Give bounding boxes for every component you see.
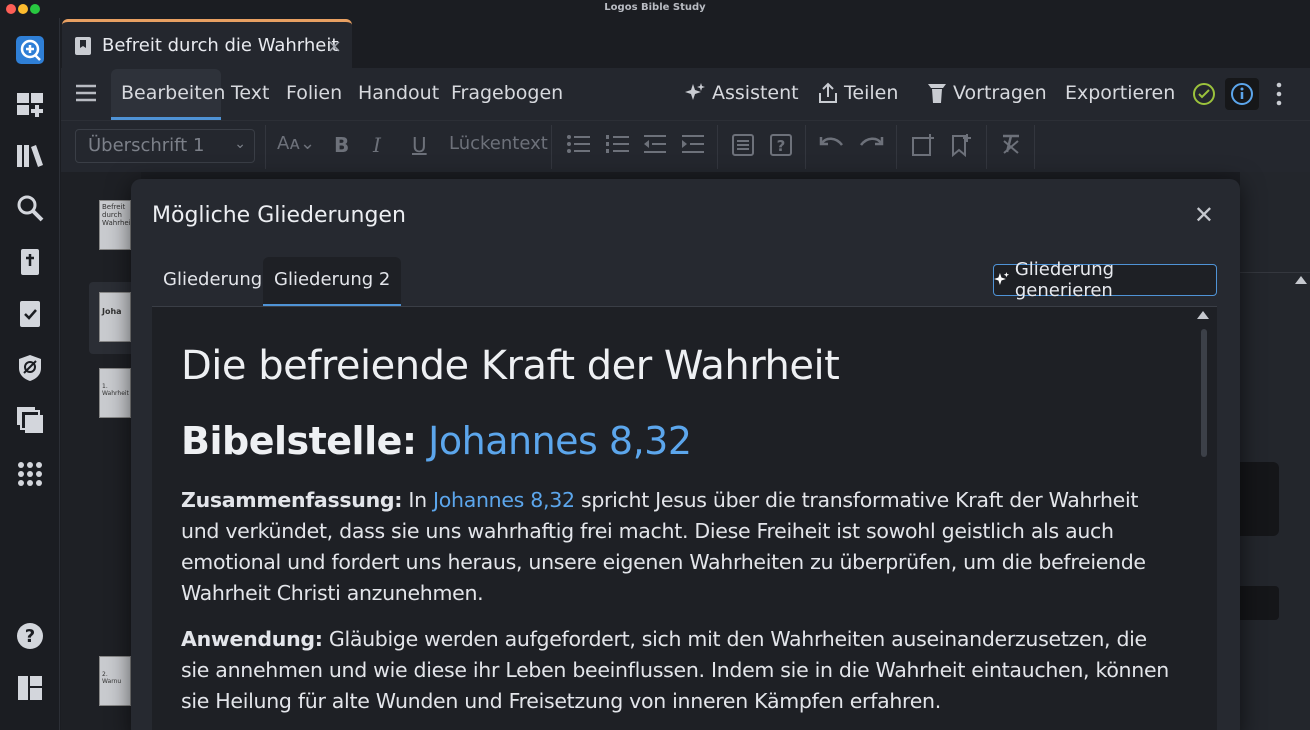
help-icon[interactable]: ? bbox=[14, 620, 46, 652]
document-tab[interactable]: Befreit durch die Wahrheit × bbox=[62, 19, 352, 69]
paragraph-style-select[interactable]: Überschrift 1 ⌄ bbox=[75, 129, 255, 163]
outline-content[interactable]: Die befreiende Kraft der Wahrheit Bibels… bbox=[152, 307, 1217, 730]
summary-label: Zusammenfassung: bbox=[181, 488, 403, 512]
slide-thumbnail[interactable]: 2. Warnu bbox=[99, 656, 131, 706]
present-label: Vortragen bbox=[953, 82, 1047, 104]
more-options-icon[interactable] bbox=[1275, 82, 1283, 110]
export-button[interactable]: Exportieren bbox=[1065, 82, 1175, 104]
cloze-button[interactable]: Lückentext bbox=[449, 133, 548, 154]
bold-button[interactable]: B bbox=[334, 133, 349, 157]
slide-thumbnail[interactable]: Befreit durch Wahrheit bbox=[99, 200, 131, 250]
scripture-reference-heading: Bibelstelle: Johannes 8,32 bbox=[181, 419, 692, 463]
slide-thumbnail[interactable]: 1. Wahrheit bbox=[99, 368, 131, 418]
menu-item-bearbeiten[interactable]: Bearbeiten bbox=[121, 82, 225, 104]
chevron-down-icon: ⌄ bbox=[234, 136, 246, 152]
summary-paragraph: Zusammenfassung: In Johannes 8,32 sprich… bbox=[181, 485, 1181, 609]
checklist-icon[interactable] bbox=[14, 298, 46, 330]
toolbar-divider bbox=[1034, 125, 1035, 169]
close-tab-icon[interactable]: × bbox=[327, 36, 342, 57]
summary-pre: In bbox=[408, 488, 427, 512]
scripture-label: Bibelstelle: bbox=[181, 419, 417, 463]
sparkle-icon bbox=[994, 272, 1010, 285]
close-dialog-icon[interactable]: ✕ bbox=[1194, 201, 1214, 229]
italic-button[interactable]: I bbox=[373, 133, 381, 157]
generate-outline-label: Gliederung generieren bbox=[1014, 259, 1115, 301]
outdent-icon[interactable] bbox=[643, 133, 667, 160]
menu-bar: Bearbeiten Text Folien Handout Frageboge… bbox=[61, 68, 1310, 120]
toolbar-divider bbox=[717, 125, 718, 169]
apps-grid-icon[interactable] bbox=[14, 458, 46, 490]
dialog-title: Mögliche Gliederungen bbox=[152, 203, 406, 228]
outline-heading: Die befreiende Kraft der Wahrheit bbox=[181, 343, 840, 389]
menu-item-text[interactable]: Text bbox=[231, 82, 269, 104]
slide-thumbnail[interactable]: Joha bbox=[99, 292, 131, 342]
left-rail: ? bbox=[0, 18, 60, 730]
shield-icon[interactable] bbox=[14, 352, 46, 384]
scrollbar-thumb[interactable] bbox=[1201, 329, 1207, 457]
toolbar-divider bbox=[265, 125, 266, 169]
share-label: Teilen bbox=[844, 82, 899, 104]
application-label: Anwendung: bbox=[181, 627, 323, 651]
numbered-list-icon[interactable] bbox=[605, 133, 629, 160]
app-title: Logos Bible Study bbox=[604, 2, 706, 13]
svg-text:?: ? bbox=[777, 137, 786, 155]
tab-gliederung-2[interactable]: Gliederung 2 bbox=[263, 257, 402, 307]
assistant-button[interactable]: Assistent bbox=[684, 82, 799, 104]
dashboard-icon[interactable] bbox=[14, 88, 46, 120]
library-icon[interactable] bbox=[14, 140, 46, 172]
paragraph-style-value: Überschrift 1 bbox=[88, 135, 205, 156]
font-size-icon[interactable]: Aᴀ⌄ bbox=[277, 133, 315, 154]
toolbar-divider bbox=[805, 125, 806, 169]
toolbar-divider bbox=[986, 125, 987, 169]
assistant-label: Assistent bbox=[712, 82, 799, 104]
properties-pane bbox=[1240, 172, 1310, 730]
window-titlebar: Logos Bible Study bbox=[0, 0, 1310, 18]
toolbar-divider bbox=[896, 125, 897, 169]
sync-status-check-icon[interactable] bbox=[1192, 82, 1216, 110]
outline-dialog: Mögliche Gliederungen ✕ Gliederung Glied… bbox=[131, 179, 1240, 730]
bullet-list-icon[interactable] bbox=[566, 133, 590, 160]
info-icon[interactable] bbox=[1225, 78, 1259, 110]
generate-outline-button[interactable]: Gliederung generieren bbox=[993, 259, 1217, 301]
toolbar-divider bbox=[551, 125, 552, 169]
hamburger-menu-icon[interactable] bbox=[75, 84, 97, 106]
copies-icon[interactable] bbox=[14, 404, 46, 436]
document-icon bbox=[75, 36, 91, 55]
indent-icon[interactable] bbox=[681, 133, 705, 160]
question-block-icon[interactable]: ? bbox=[769, 133, 793, 162]
menu-item-folien[interactable]: Folien bbox=[286, 82, 342, 104]
scroll-up-arrow[interactable] bbox=[1197, 311, 1209, 319]
slide-thumbnail-panel: Befreit durch Wahrheit Joha 1. Wahrheit … bbox=[61, 172, 141, 730]
summary-scripture-link[interactable]: Johannes 8,32 bbox=[433, 488, 575, 512]
layout-icon[interactable] bbox=[14, 672, 46, 704]
application-text: Gläubige werden aufgefordert, sich mit d… bbox=[181, 627, 1169, 713]
menu-item-fragebogen[interactable]: Fragebogen bbox=[451, 82, 563, 104]
undo-icon[interactable] bbox=[819, 133, 845, 158]
block-icon[interactable] bbox=[731, 133, 755, 162]
share-icon bbox=[819, 82, 837, 103]
format-toolbar: Überschrift 1 ⌄ Aᴀ⌄ B I U Lückentext ? bbox=[61, 120, 1310, 172]
present-button[interactable]: Vortragen bbox=[927, 82, 1047, 104]
bible-icon[interactable] bbox=[14, 246, 46, 278]
logos-home-icon[interactable] bbox=[14, 34, 46, 66]
document-tab-title: Befreit durch die Wahrheit bbox=[102, 35, 339, 56]
share-button[interactable]: Teilen bbox=[818, 82, 898, 104]
podium-icon bbox=[928, 84, 946, 103]
tab-gliederung[interactable]: Gliederung bbox=[152, 257, 273, 307]
scripture-link[interactable]: Johannes 8,32 bbox=[428, 419, 692, 463]
menu-item-handout[interactable]: Handout bbox=[358, 82, 439, 104]
redo-icon[interactable] bbox=[858, 133, 884, 158]
add-slide-icon[interactable] bbox=[911, 133, 935, 162]
add-bookmark-icon[interactable] bbox=[950, 133, 972, 162]
search-icon[interactable] bbox=[14, 192, 46, 224]
underline-button[interactable]: U bbox=[412, 133, 427, 157]
document-tabstrip: Befreit durch die Wahrheit × bbox=[61, 18, 1310, 69]
svg-text:?: ? bbox=[25, 626, 35, 647]
clear-formatting-icon[interactable] bbox=[1000, 133, 1022, 160]
application-paragraph: Anwendung: Gläubige werden aufgefordert,… bbox=[181, 624, 1181, 717]
sparkle-icon bbox=[685, 83, 705, 100]
